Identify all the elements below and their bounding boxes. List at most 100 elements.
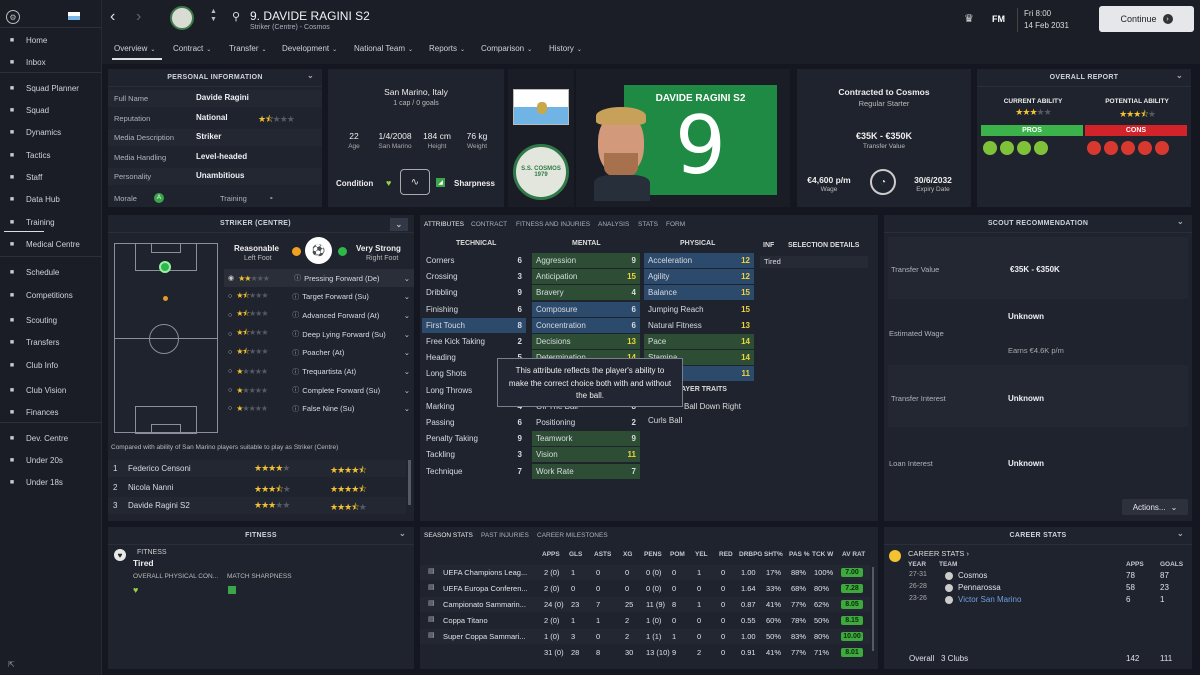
tab-transfer[interactable]: Transfer ⌄	[229, 44, 267, 53]
tab-reports[interactable]: Reports ⌄	[429, 44, 465, 53]
con-tackling-icon[interactable]	[1138, 141, 1152, 155]
attribute-row[interactable]: Jumping Reach 15	[644, 302, 754, 317]
continue-button[interactable]: Continue ›	[1099, 6, 1194, 32]
competition-name[interactable]: Super Coppa Sammari...	[443, 632, 526, 641]
date-day[interactable]: 14 Feb 2031	[1024, 21, 1069, 30]
tab-overview[interactable]: Overview ⌄	[114, 44, 155, 53]
sidebar-item-home[interactable]: ■ Home	[0, 30, 102, 50]
search-icon[interactable]: ⚲	[232, 10, 240, 23]
fitness-header[interactable]: FITNESS ⌄	[108, 527, 414, 545]
attr-tab-attributes[interactable]: ATTRIBUTES	[424, 221, 464, 228]
pro-lightbulb-icon[interactable]	[983, 141, 997, 155]
secondary-position-marker[interactable]	[163, 296, 168, 301]
san-marino-flag-icon[interactable]	[513, 89, 569, 125]
chevron-down-icon[interactable]: ⌄	[404, 292, 410, 301]
season-column-head[interactable]: ASTS	[594, 551, 611, 558]
attribute-row[interactable]: Decisions 13	[532, 334, 640, 349]
sidebar-item-squad-planner[interactable]: ■ Squad Planner	[0, 78, 102, 98]
tab-national-team[interactable]: National Team ⌄	[354, 44, 413, 53]
season-column-head[interactable]: SHT%	[764, 551, 783, 558]
con-marking-icon[interactable]	[1155, 141, 1169, 155]
chevron-down-icon[interactable]: ⌄	[404, 404, 410, 413]
role-radio[interactable]: ○	[228, 331, 232, 338]
exit-icon[interactable]: ⇱	[8, 660, 15, 669]
attribute-row[interactable]: Finishing 6	[422, 302, 526, 317]
attr-tab-stats[interactable]: STATS	[638, 221, 658, 228]
role-row[interactable]: ○ ★⯪★★★ ⓘ Advanced Forward (At) ⌄	[224, 306, 414, 324]
attribute-row[interactable]: Tackling 3	[422, 447, 526, 462]
competition-name[interactable]: Coppa Titano	[443, 616, 488, 625]
role-row[interactable]: ◉ ★★★★★ ⓘ Pressing Forward (De) ⌄	[224, 269, 414, 287]
sidebar-item-data-hub[interactable]: ■ Data Hub	[0, 189, 102, 209]
comparison-row[interactable]: 2 Nicola Nanni ★★★⯪★ ★★★★⯪	[108, 479, 406, 496]
sidebar-item-schedule[interactable]: ■ Schedule	[0, 262, 102, 282]
role-radio[interactable]: ○	[228, 349, 232, 356]
season-row[interactable]: ▤ Coppa Titano 2 (0) 1 1 2 1 (0) 0 0 0 0.55 60% 78% 5…	[420, 613, 870, 628]
attribute-row[interactable]: Free Kick Taking 2	[422, 334, 526, 349]
attribute-row[interactable]: Pace 14	[644, 334, 754, 349]
personal-info-header[interactable]: PERSONAL INFORMATION ⌄	[108, 69, 322, 87]
sidebar-item-inbox[interactable]: ■ Inbox	[0, 52, 102, 72]
manager-icon[interactable]: ♛	[964, 12, 974, 25]
contract-title[interactable]: Contracted to Cosmos	[797, 87, 971, 97]
season-column-head[interactable]: AV RAT	[842, 551, 865, 558]
back-arrow-icon[interactable]: ‹	[110, 8, 115, 26]
comparison-row[interactable]: 1 Federico Censoni ★★★★★ ★★★★⯪	[108, 460, 406, 477]
attribute-row[interactable]: Anticipation 15	[532, 269, 640, 285]
comparison-row[interactable]: 3 Davide Ragini S2 ★★★★★ ★★★⯪★	[108, 497, 406, 514]
forward-arrow-icon[interactable]: ›	[136, 8, 141, 26]
attribute-row[interactable]: Balance 15	[644, 285, 754, 301]
attribute-row[interactable]: First Touch 8	[422, 317, 526, 333]
chevron-down-icon[interactable]: ⌄	[307, 71, 314, 80]
season-row[interactable]: ▤ Super Coppa Sammari... 1 (0) 3 0 2 1 (1) 1 0 0 1…	[420, 629, 870, 644]
role-row[interactable]: ○ ★★★★★ ⓘ Complete Forward (Su) ⌄	[224, 381, 414, 399]
attribute-row[interactable]: Passing 6	[422, 415, 526, 430]
sidebar-item-under-20s[interactable]: ■ Under 20s	[0, 450, 102, 470]
player-trait[interactable]: Ball Down Right	[684, 402, 741, 411]
condition-heart-icon[interactable]: ♥	[386, 178, 391, 188]
season-column-head[interactable]: PAS %	[789, 551, 809, 558]
attr-tab-analysis[interactable]: ANALYSIS	[598, 221, 629, 228]
info-icon[interactable]: ⓘ	[292, 292, 299, 302]
info-icon[interactable]: ⓘ	[294, 273, 301, 283]
info-icon[interactable]: ⓘ	[292, 329, 299, 339]
season-tab-past-injuries[interactable]: PAST INJURIES	[481, 532, 529, 539]
sidebar-item-tactics[interactable]: ■ Tactics	[0, 145, 102, 165]
con-positioning-icon[interactable]	[1087, 141, 1101, 155]
chevron-down-icon[interactable]: ⌄	[404, 348, 410, 357]
chevron-down-icon[interactable]: ⌄	[1176, 71, 1183, 80]
attribute-row[interactable]: Work Rate 7	[532, 463, 640, 479]
sidebar-item-training[interactable]: ■ Training	[0, 212, 102, 232]
season-row[interactable]: 31 (0) 28 8 30 13 (10) 9 2 0 0.91 41% 77% 71% 8.01	[420, 645, 870, 660]
career-team[interactable]: Victor San Marino	[958, 595, 1021, 604]
season-column-head[interactable]: RED	[719, 551, 733, 558]
condition-pulse-icon[interactable]: ∿	[400, 169, 430, 195]
info-icon[interactable]: ⓘ	[292, 385, 299, 395]
chevron-down-icon[interactable]: ⌄	[390, 218, 408, 231]
attribute-row[interactable]: Acceleration 12	[644, 253, 754, 268]
role-row[interactable]: ○ ★⯪★★★ ⓘ Deep Lying Forward (Su) ⌄	[224, 325, 414, 343]
sidebar-item-under-18s[interactable]: ■ Under 18s	[0, 472, 102, 492]
career-header[interactable]: CAREER STATS ⌄	[884, 527, 1192, 545]
chevron-down-icon[interactable]: ⌄	[404, 367, 410, 376]
settings-icon[interactable]: ⚙	[6, 10, 20, 24]
sidebar-item-transfers[interactable]: ■ Transfers	[0, 332, 102, 352]
role-row[interactable]: ○ ★★★★★ ⓘ False Nine (Su) ⌄	[224, 400, 414, 418]
role-row[interactable]: ○ ★⯪★★★ ⓘ Poacher (At) ⌄	[224, 344, 414, 362]
competition-name[interactable]: Campionato Sammarin...	[443, 600, 526, 609]
nationality[interactable]: San Marino, Italy	[328, 87, 504, 97]
tab-contract[interactable]: Contract ⌄	[173, 44, 211, 53]
attr-tab-fitness-and-injuries[interactable]: FITNESS AND INJURIES	[516, 221, 590, 228]
attribute-row[interactable]: Agility 12	[644, 269, 754, 285]
season-column-head[interactable]: YEL	[695, 551, 708, 558]
season-scrollbar[interactable]	[872, 567, 874, 651]
pro-boot-icon[interactable]	[1034, 141, 1048, 155]
role-radio[interactable]: ○	[228, 368, 232, 375]
attr-tab-contract[interactable]: CONTRACT	[471, 221, 507, 228]
info-icon[interactable]: ⓘ	[292, 310, 299, 320]
role-radio[interactable]: ◉	[228, 274, 234, 282]
attr-tab-form[interactable]: FORM	[666, 221, 685, 228]
season-column-head[interactable]: POM	[670, 551, 685, 558]
sidebar-item-club-vision[interactable]: ■ Club Vision	[0, 380, 102, 400]
attribute-row[interactable]: Bravery 4	[532, 285, 640, 301]
